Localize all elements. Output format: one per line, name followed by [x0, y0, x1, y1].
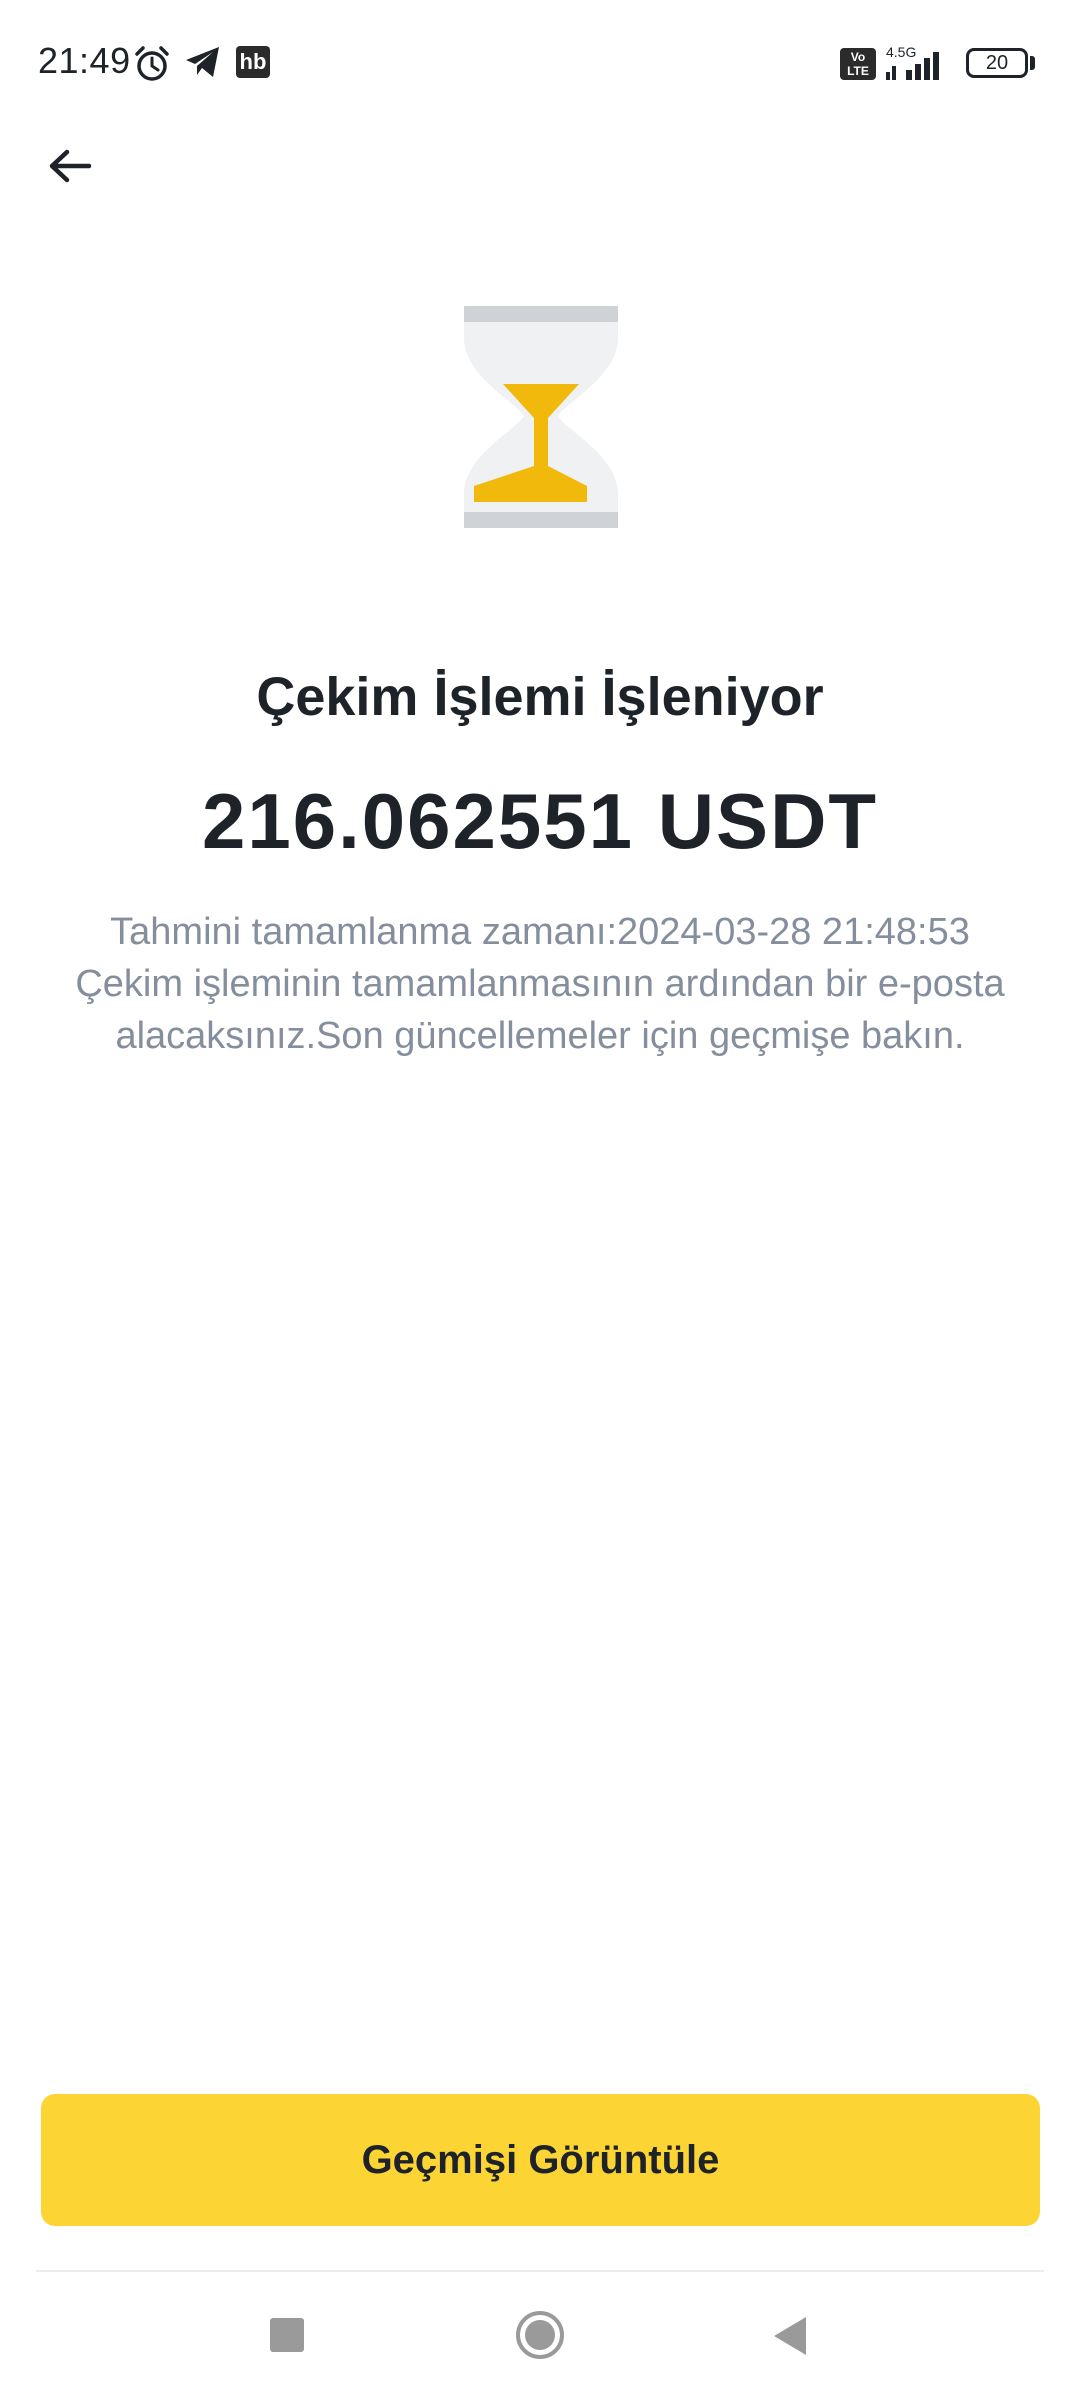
telegram-icon — [184, 44, 222, 85]
page-title: Çekim İşlemi İşleniyor — [256, 667, 824, 727]
email-notice-text: Çekim işleminin tamamlanmasının ardından… — [75, 963, 1005, 1005]
back-triangle-icon[interactable] — [770, 2314, 810, 2358]
back-button[interactable] — [40, 136, 100, 196]
status-bar: 21:49 hb Vo LTE 4.5G 20 — [0, 0, 1080, 130]
view-history-button[interactable]: Geçmişi Görüntüle — [41, 2094, 1040, 2226]
battery-icon: 20 — [966, 48, 1028, 78]
history-notice-text: alacaksınız.Son güncellemeler için geçmi… — [115, 1015, 965, 1057]
volte-icon: Vo LTE — [840, 48, 876, 80]
signal-icon — [884, 48, 954, 87]
withdrawal-info: Tahmini tamamlanma zamanı:2024-03-28 21:… — [40, 906, 1040, 1062]
estimated-completion-text: Tahmini tamamlanma zamanı:2024-03-28 21:… — [110, 911, 970, 953]
battery-tip — [1030, 56, 1035, 70]
recent-apps-icon[interactable] — [270, 2318, 304, 2352]
divider — [36, 2270, 1044, 2272]
status-time: 21:49 — [38, 40, 131, 81]
home-icon[interactable] — [515, 2310, 565, 2360]
alarm-icon — [132, 44, 172, 89]
arrow-left-icon — [49, 149, 92, 183]
hourglass-icon — [462, 306, 620, 528]
hb-app-icon: hb — [236, 46, 270, 78]
withdrawal-amount: 216.062551 USDT — [201, 777, 879, 865]
